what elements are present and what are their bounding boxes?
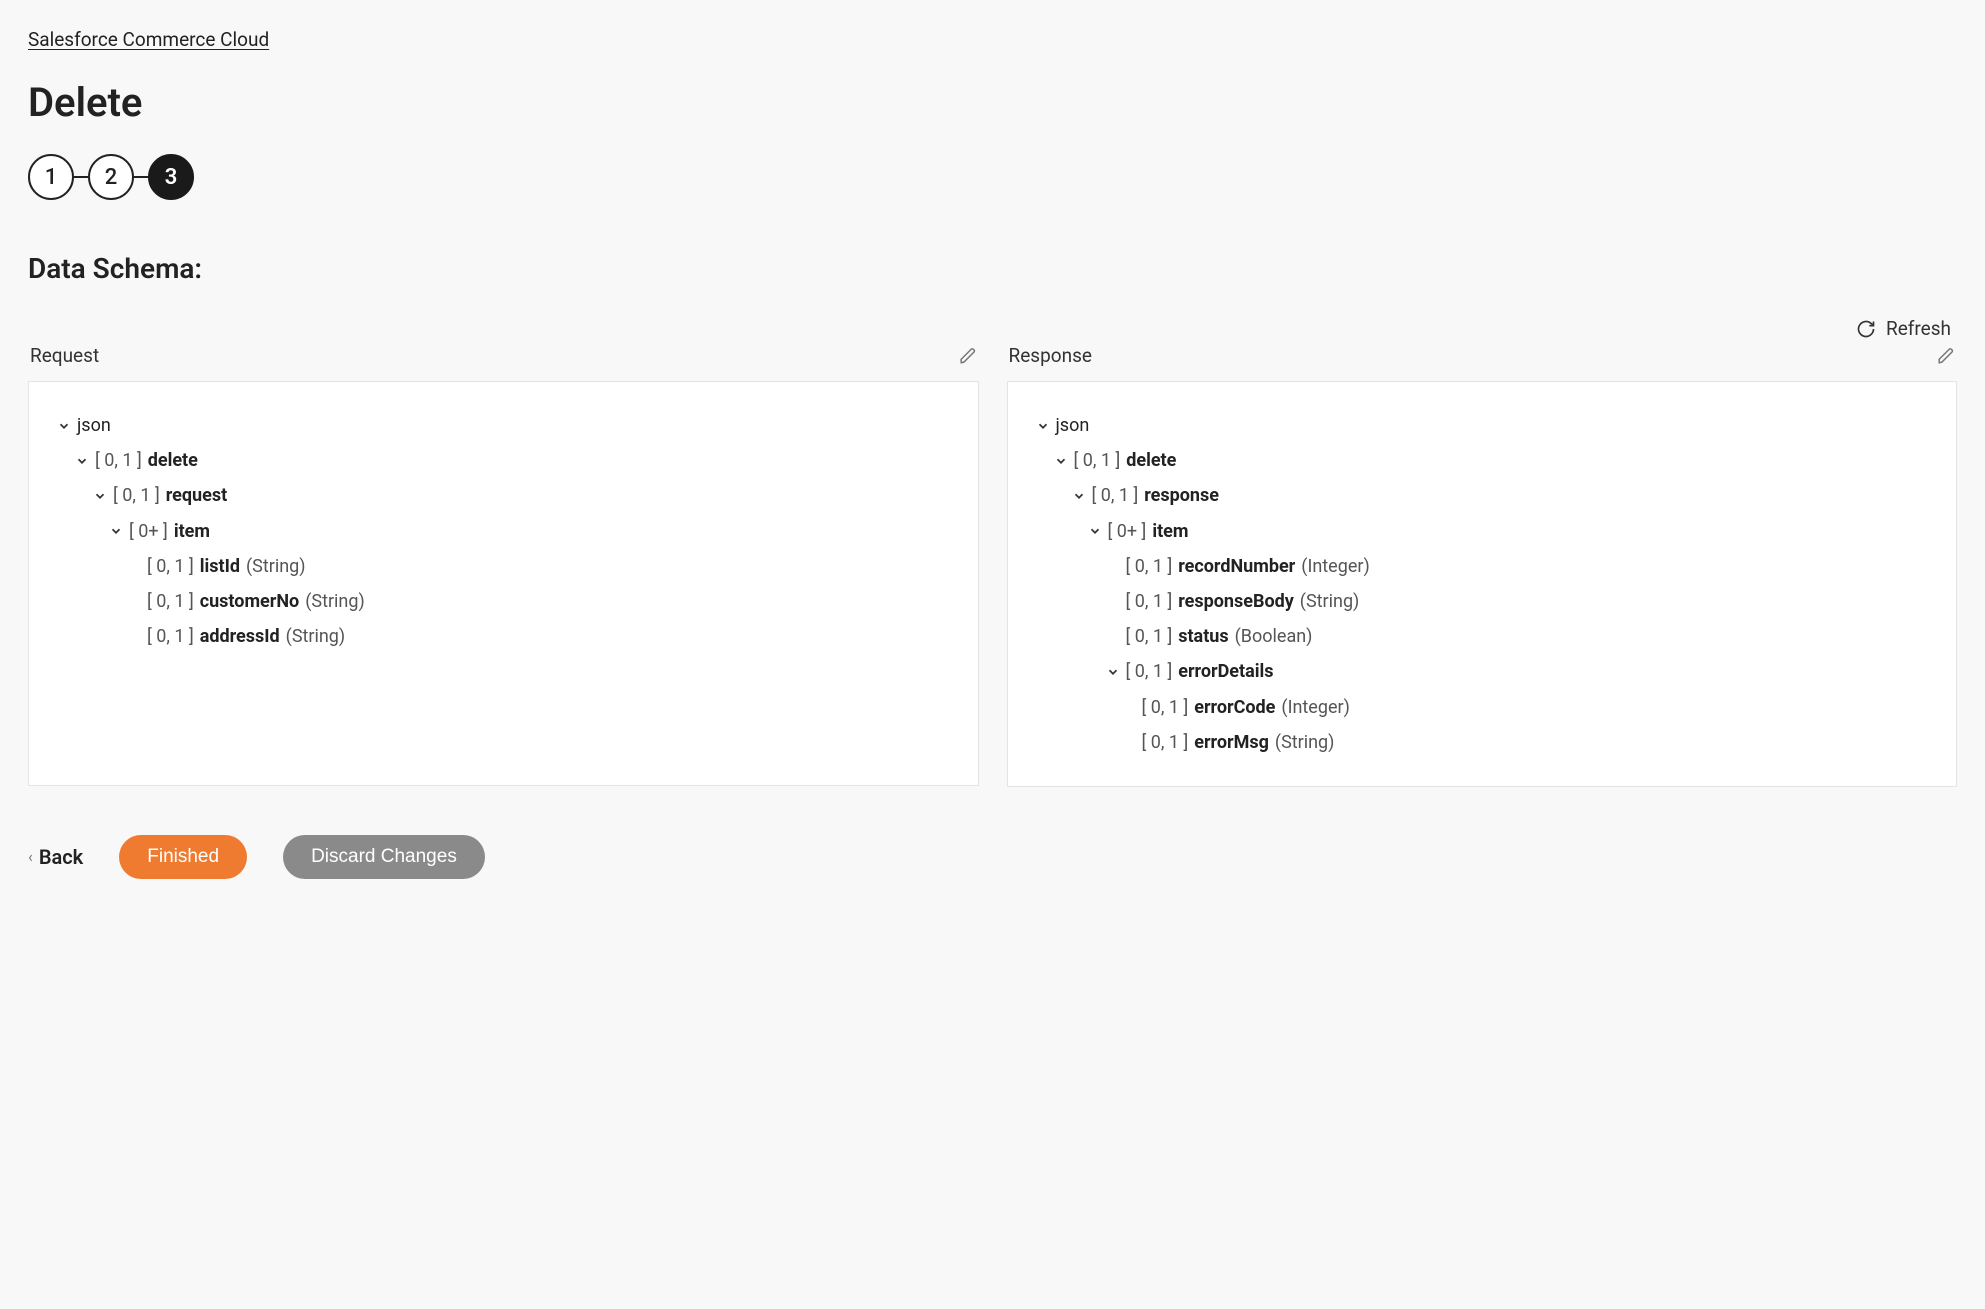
tree-row: [ 0, 1 ] addressId (String) [57, 619, 950, 654]
discard-button[interactable]: Discard Changes [283, 835, 485, 879]
response-panel: json[ 0, 1 ] delete[ 0, 1 ] response[ 0+… [1007, 381, 1958, 787]
tree-row: [ 0, 1 ] status (Boolean) [1036, 619, 1929, 654]
chevron-down-icon[interactable] [75, 454, 89, 468]
tree-node-name: request [166, 483, 227, 508]
chevron-left-icon: ‹ [28, 847, 33, 866]
tree-node-name: errorDetails [1178, 659, 1273, 684]
tree-node-type: (Boolean) [1235, 624, 1313, 649]
chevron-down-icon[interactable] [1088, 524, 1102, 538]
step-2[interactable]: 2 [88, 154, 134, 200]
tree-row[interactable]: [ 0, 1 ] delete [1036, 443, 1929, 478]
chevron-down-icon[interactable] [1036, 419, 1050, 433]
tree-node-type: (String) [305, 589, 365, 614]
tree-node-cardinality: [ 0, 1 ] [1092, 483, 1139, 508]
tree-node-name: errorCode [1194, 695, 1275, 720]
tree-node-name: item [174, 519, 210, 544]
tree-node-cardinality: [ 0, 1 ] [1142, 730, 1189, 755]
tree-row[interactable]: [ 0+ ] item [57, 514, 950, 549]
tree-node-cardinality: [ 0, 1 ] [147, 624, 194, 649]
tree-node-name: response [1144, 483, 1219, 508]
tree-row[interactable]: [ 0, 1 ] request [57, 478, 950, 513]
tree-node-label: json [77, 413, 111, 438]
tree-node-name: status [1178, 624, 1228, 649]
request-column: Request json[ 0, 1 ] delete[ 0, 1 ] requ… [28, 344, 979, 787]
tree-node-name: delete [1126, 448, 1176, 473]
tree-row[interactable]: [ 0+ ] item [1036, 514, 1929, 549]
tree-row: [ 0, 1 ] errorCode (Integer) [1036, 690, 1929, 725]
request-title: Request [30, 344, 99, 367]
stepper: 1 2 3 [28, 154, 1957, 200]
back-label: Back [39, 845, 83, 869]
tree-node-cardinality: [ 0, 1 ] [1126, 659, 1173, 684]
tree-node-name: listId [200, 554, 240, 579]
chevron-down-icon[interactable] [109, 524, 123, 538]
tree-row[interactable]: [ 0, 1 ] errorDetails [1036, 654, 1929, 689]
response-title: Response [1009, 344, 1092, 367]
tree-row: [ 0, 1 ] responseBody (String) [1036, 584, 1929, 619]
tree-row[interactable]: [ 0, 1 ] response [1036, 478, 1929, 513]
breadcrumb-link[interactable]: Salesforce Commerce Cloud [28, 28, 269, 51]
tree-row: [ 0, 1 ] recordNumber (Integer) [1036, 549, 1929, 584]
tree-node-type: (String) [1300, 589, 1360, 614]
tree-node-cardinality: [ 0, 1 ] [1142, 695, 1189, 720]
tree-node-cardinality: [ 0+ ] [1108, 519, 1147, 544]
tree-node-name: errorMsg [1194, 730, 1269, 755]
tree-row: [ 0, 1 ] customerNo (String) [57, 584, 950, 619]
response-column: Response json[ 0, 1 ] delete[ 0, 1 ] res… [1007, 344, 1958, 787]
refresh-icon [1856, 319, 1876, 339]
tree-row[interactable]: json [1036, 408, 1929, 443]
finished-button[interactable]: Finished [119, 835, 247, 879]
tree-node-cardinality: [ 0, 1 ] [95, 448, 142, 473]
tree-row: [ 0, 1 ] listId (String) [57, 549, 950, 584]
tree-node-label: json [1056, 413, 1090, 438]
tree-node-name: recordNumber [1178, 554, 1295, 579]
tree-node-cardinality: [ 0, 1 ] [147, 554, 194, 579]
tree-node-name: item [1152, 519, 1188, 544]
tree-node-type: (String) [246, 554, 306, 579]
tree-node-cardinality: [ 0, 1 ] [1126, 589, 1173, 614]
tree-node-cardinality: [ 0, 1 ] [1126, 624, 1173, 649]
tree-node-name: customerNo [200, 589, 300, 614]
tree-row[interactable]: [ 0, 1 ] delete [57, 443, 950, 478]
step-3[interactable]: 3 [148, 154, 194, 200]
section-title: Data Schema: [28, 252, 1957, 285]
chevron-down-icon[interactable] [1106, 665, 1120, 679]
chevron-down-icon[interactable] [1072, 489, 1086, 503]
pencil-icon[interactable] [1937, 347, 1955, 365]
back-button[interactable]: ‹ Back [28, 845, 83, 869]
tree-node-cardinality: [ 0, 1 ] [1126, 554, 1173, 579]
refresh-label: Refresh [1886, 317, 1951, 340]
pencil-icon[interactable] [959, 347, 977, 365]
tree-node-name: delete [148, 448, 198, 473]
tree-row[interactable]: json [57, 408, 950, 443]
chevron-down-icon[interactable] [1054, 454, 1068, 468]
tree-node-cardinality: [ 0, 1 ] [113, 483, 160, 508]
tree-node-type: (String) [1275, 730, 1335, 755]
step-connector [134, 176, 148, 178]
tree-node-cardinality: [ 0, 1 ] [147, 589, 194, 614]
step-1[interactable]: 1 [28, 154, 74, 200]
page-title: Delete [28, 79, 1957, 126]
tree-node-name: responseBody [1178, 589, 1294, 614]
refresh-button[interactable]: Refresh [28, 317, 1957, 340]
tree-node-cardinality: [ 0, 1 ] [1074, 448, 1121, 473]
chevron-down-icon[interactable] [93, 489, 107, 503]
tree-node-type: (Integer) [1301, 554, 1369, 579]
chevron-down-icon[interactable] [57, 419, 71, 433]
tree-row: [ 0, 1 ] errorMsg (String) [1036, 725, 1929, 760]
request-panel: json[ 0, 1 ] delete[ 0, 1 ] request[ 0+ … [28, 381, 979, 786]
tree-node-type: (String) [286, 624, 346, 649]
step-connector [74, 176, 88, 178]
tree-node-name: addressId [200, 624, 280, 649]
tree-node-type: (Integer) [1281, 695, 1349, 720]
tree-node-cardinality: [ 0+ ] [129, 519, 168, 544]
